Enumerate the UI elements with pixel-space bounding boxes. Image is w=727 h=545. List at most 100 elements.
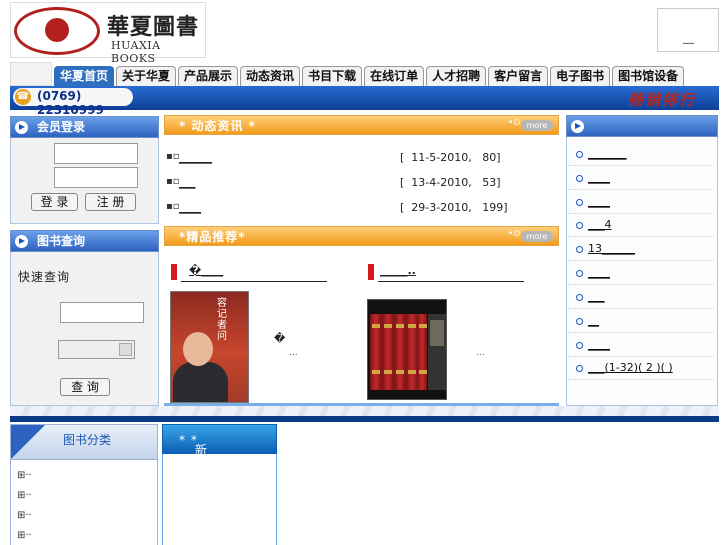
featured-header: *精品推荐* •⊙ more xyxy=(164,226,559,246)
ring-bullet-icon xyxy=(576,151,583,158)
bullet-icon: ▪▫ xyxy=(166,201,180,212)
main-nav: 华夏首页 关于华夏 产品展示 动态资讯 书目下载 在线订单 人才招聘 客户留言 … xyxy=(54,66,719,86)
nav-jobs[interactable]: 人才招聘 xyxy=(426,66,487,86)
phone-icon: ☎ xyxy=(15,89,31,105)
bestseller-item: ___(1-32)( 2 )( ) xyxy=(568,357,714,380)
new-books-panel xyxy=(162,454,277,545)
news-title: * 动态资讯 * xyxy=(179,119,256,133)
news-item-date: [ 11-5-2010, 80] xyxy=(400,151,501,164)
ring-bullet-icon xyxy=(576,199,583,206)
category-tree-item[interactable]: ⊞·· xyxy=(17,510,32,521)
category-tree-item[interactable]: ⊞·· xyxy=(17,530,32,541)
section-divider-bar xyxy=(10,416,719,422)
arrow-circle-icon xyxy=(15,121,28,134)
nav-ebooks[interactable]: 电子图书 xyxy=(550,66,611,86)
ring-bullet-icon xyxy=(576,318,583,325)
ring-bullet-icon xyxy=(576,294,583,301)
search-button[interactable]: 查 询 xyxy=(60,378,110,396)
red-marker-icon xyxy=(368,264,374,280)
featured-item-ellipsis: ... xyxy=(476,348,485,358)
quick-search-label: 快速查询 xyxy=(18,270,71,284)
username-input[interactable] xyxy=(54,143,138,164)
select-arrow-icon xyxy=(119,343,132,356)
featured-more-button[interactable]: more xyxy=(521,231,553,242)
nav-catalog-download[interactable]: 书目下载 xyxy=(302,66,363,86)
category-title: 图书分类 xyxy=(63,433,112,447)
phone-badge: ☎ (0769) 22310999 xyxy=(13,88,133,117)
book-cover-image[interactable]: 容记者问 xyxy=(170,291,249,403)
new-books-title: * 新书推荐 * xyxy=(179,433,209,508)
member-login-header: 会员登录 xyxy=(10,116,159,138)
nav-news[interactable]: 动态资讯 xyxy=(240,66,301,86)
ring-bullet-icon xyxy=(576,365,583,372)
logo-english-name: HUAXIA BOOKS xyxy=(111,39,161,65)
ring-bullet-icon xyxy=(576,342,583,349)
ring-bullet-icon xyxy=(576,246,583,253)
book-set-cover-image[interactable] xyxy=(367,299,447,400)
phone-number: (0769) 22310999 xyxy=(37,89,104,117)
news-item-title[interactable]: ______ xyxy=(179,151,212,164)
bestseller-item: ___ xyxy=(568,286,714,309)
book-cover-text: 容记者问 xyxy=(217,298,227,342)
arrow-circle-icon xyxy=(571,120,584,133)
bestseller-item: 13______ xyxy=(568,238,714,261)
more-dots-icon: •⊙ xyxy=(508,229,521,239)
bestseller-item: ____ xyxy=(568,262,714,285)
book-search-title: 图书查询 xyxy=(37,234,86,248)
category-tree: ⊞·· ⊞·· ⊞·· ⊞·· xyxy=(10,460,158,545)
bullet-icon: ▪▫ xyxy=(166,151,180,162)
nav-guestbook[interactable]: 客户留言 xyxy=(488,66,549,86)
bestseller-item: ___4 xyxy=(568,214,714,237)
search-category-select[interactable] xyxy=(58,340,135,359)
arrow-circle-icon xyxy=(15,235,28,248)
news-item: ▪▫ ______ [ 11-5-2010, 80] xyxy=(164,148,559,168)
bestseller-item: __ xyxy=(568,310,714,333)
more-dots-icon: •⊙ xyxy=(508,118,521,128)
nav-library-equipment[interactable]: 图书馆设备 xyxy=(612,66,685,86)
ring-bullet-icon xyxy=(576,270,583,277)
nav-online-order[interactable]: 在线订单 xyxy=(364,66,425,86)
login-button[interactable]: 登 录 xyxy=(31,193,78,211)
featured-item-title[interactable]: _____.. xyxy=(378,264,524,282)
section-divider xyxy=(10,406,719,416)
featured-item-title[interactable]: �____ xyxy=(181,264,327,282)
featured-item-desc: � xyxy=(274,332,286,345)
news-item-title[interactable]: ___ xyxy=(179,176,196,189)
nav-left-spacer xyxy=(10,62,52,86)
featured-item-ellipsis: ... xyxy=(289,348,298,358)
featured-title: *精品推荐* xyxy=(179,230,246,244)
search-keyword-input[interactable] xyxy=(60,302,144,323)
news-header: * 动态资讯 * •⊙ more xyxy=(164,115,559,135)
site-logo[interactable]: 華夏圖書 HUAXIA BOOKS xyxy=(10,2,206,65)
category-tree-item[interactable]: ⊞·· xyxy=(17,490,32,501)
bestseller-title: 畅销排行 xyxy=(628,91,697,109)
top-right-banner[interactable]: __ xyxy=(657,8,719,52)
bestseller-item: ____ xyxy=(568,334,714,357)
bestseller-item: _______ xyxy=(568,143,714,166)
news-item: ▪▫ ____ [ 29-3-2010, 199] xyxy=(164,198,559,218)
book-search-header: 图书查询 xyxy=(10,230,159,252)
news-item-title[interactable]: ____ xyxy=(179,201,201,214)
bestseller-item: ____ xyxy=(568,191,714,214)
nav-about[interactable]: 关于华夏 xyxy=(116,66,177,86)
new-books-header: * 新书推荐 * xyxy=(162,424,277,508)
top-right-banner-text: __ xyxy=(683,31,694,44)
logo-chinese-name: 華夏圖書 xyxy=(107,14,200,40)
bullet-icon: ▪▫ xyxy=(166,176,180,187)
bestseller-item: ____ xyxy=(568,167,714,190)
news-more-button[interactable]: more xyxy=(521,120,553,131)
red-marker-icon xyxy=(171,264,177,280)
corner-triangle-icon xyxy=(11,425,45,459)
register-button[interactable]: 注 册 xyxy=(85,193,136,211)
password-input[interactable] xyxy=(54,167,138,188)
news-item: ▪▫ ___ [ 13-4-2010, 53] xyxy=(164,173,559,193)
nav-home[interactable]: 华夏首页 xyxy=(54,66,115,86)
ring-bullet-icon xyxy=(576,175,583,182)
logo-seal-icon xyxy=(14,7,100,55)
category-header: 图书分类 xyxy=(10,424,158,460)
nav-products[interactable]: 产品展示 xyxy=(178,66,239,86)
bestseller-header xyxy=(566,115,718,137)
news-item-date: [ 29-3-2010, 199] xyxy=(400,201,508,214)
category-tree-item[interactable]: ⊞·· xyxy=(17,470,32,481)
ring-bullet-icon xyxy=(576,222,583,229)
